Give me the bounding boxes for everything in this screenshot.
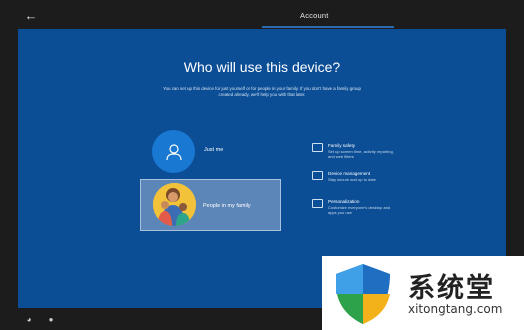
main-subtext: You can set up this device for just your… <box>163 86 361 98</box>
feature-description: Customize everyone's desktop and apps yo… <box>328 205 391 216</box>
microphone-button[interactable]: ● <box>46 314 56 324</box>
personalization-icon <box>312 199 323 208</box>
family-safety-icon <box>312 143 323 152</box>
main-heading: Who will use this device? <box>183 59 341 75</box>
back-arrow-icon: ← <box>24 7 38 23</box>
family-icon <box>153 183 196 226</box>
feature-list: Family safety Set up screen time, activi… <box>312 141 432 225</box>
option-just-me[interactable]: Just me <box>152 127 302 177</box>
ease-of-access-button[interactable]: ◕ <box>24 314 34 324</box>
feature-title: Device management <box>328 171 371 176</box>
feature-title: Family safety <box>328 143 356 148</box>
feature-description: Stay secure and up to date <box>328 177 376 182</box>
feature-item: Device management Stay secure and up to … <box>312 169 432 197</box>
page-title: Account <box>300 11 329 20</box>
back-button[interactable]: ← <box>22 6 40 24</box>
watermark-url: xitongtang.com <box>408 302 503 316</box>
watermark-name: 系统堂 <box>408 273 495 304</box>
title-underline <box>262 26 394 28</box>
device-management-icon <box>312 171 323 180</box>
ease-of-access-icon: ◕ <box>26 314 32 324</box>
feature-item: Family safety Set up screen time, activi… <box>312 141 432 169</box>
top-bar: ← Account <box>0 0 524 30</box>
user-icon <box>152 130 195 173</box>
option-just-me-label: Just me <box>204 147 224 153</box>
shield-logo-icon <box>336 264 390 324</box>
feature-description: Set up screen time, activity reporting, … <box>328 149 394 160</box>
watermark: 系统堂 xitongtang.com <box>322 256 524 330</box>
feature-item: Personalization Customize everyone's des… <box>312 197 432 225</box>
option-family[interactable]: People in my family <box>140 179 281 231</box>
microphone-icon: ● <box>48 314 54 324</box>
option-family-label: People in my family <box>203 203 251 209</box>
feature-title: Personalization <box>328 199 360 204</box>
